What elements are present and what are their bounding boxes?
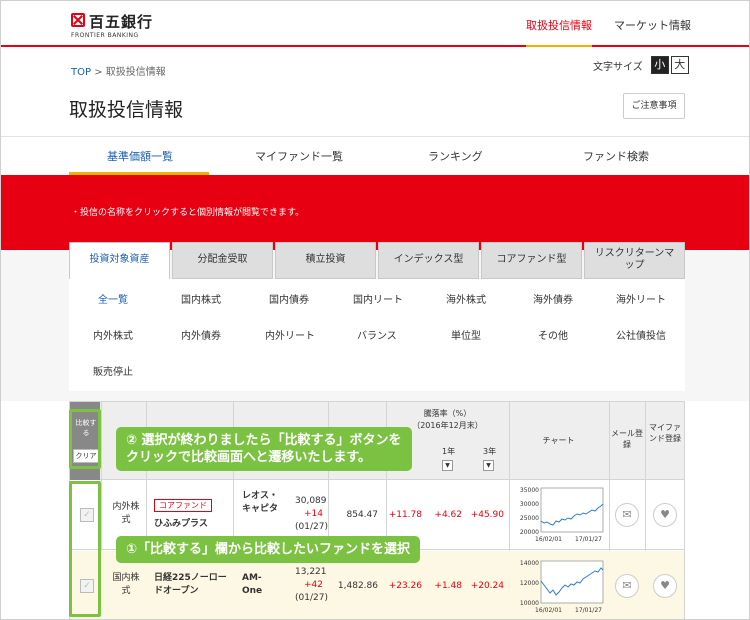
chart-ylabel: 20000: [520, 529, 539, 536]
subcat-discontinued[interactable]: 販売停止: [93, 363, 133, 378]
chart-xlabel: 16/02/01: [535, 607, 562, 614]
net-assets: 854.47: [346, 510, 379, 520]
nav-change: +14: [304, 509, 323, 519]
chart-ylabel: 10000: [520, 600, 539, 607]
nav-date: (01/27): [295, 593, 328, 603]
cattab-core-fund[interactable]: コアファンド型: [481, 242, 582, 279]
nav-change: +42: [304, 580, 323, 590]
y1-sort-icon[interactable]: ▼: [442, 460, 453, 471]
site-header: 百五銀行 FRONTIER BANKING 取扱投信情報 マーケット情報: [1, 1, 749, 47]
sub-category-panel: 全一覧 国内株式 国内債券 国内リート 海外株式 海外債券 海外リート 内外株式…: [69, 279, 685, 391]
fund-name-link[interactable]: ひふみプラス: [154, 518, 208, 531]
chart-ylabel: 35000: [520, 487, 539, 494]
spacer-band: [1, 391, 749, 401]
chart-xlabel: 16/02/01: [535, 536, 562, 543]
mail-icon[interactable]: ✉: [615, 574, 639, 598]
cattab-asset-class[interactable]: 投資対象資産: [69, 242, 170, 279]
price-chart-row2[interactable]: 14000 12000 10000 16/02/01 17/01/27: [515, 555, 607, 617]
page-title: 取扱投信情報: [69, 99, 184, 121]
asset-class: 内外株式: [112, 502, 140, 525]
management-company: レオス・キャピタ: [242, 491, 279, 514]
page: 百五銀行 FRONTIER BANKING 取扱投信情報 マーケット情報 TOP…: [0, 0, 750, 620]
subcat-foreign-bond[interactable]: 海外債券: [533, 291, 573, 306]
logo-subtitle: FRONTIER BANKING: [71, 32, 139, 39]
return-3y: +45.90: [470, 510, 504, 520]
y1-header: 1年: [442, 447, 456, 456]
breadcrumb-current: 取扱投信情報: [105, 67, 166, 78]
nav-market-info[interactable]: マーケット情報: [614, 17, 691, 33]
chart-header: チャート: [542, 436, 575, 445]
return-6m: +11.78: [388, 510, 422, 520]
chart-ylabel: 12000: [520, 580, 539, 587]
subcat-public-bond[interactable]: 公社債投信: [616, 327, 666, 342]
breadcrumb: TOP > 取扱投信情報: [71, 63, 166, 78]
subcat-domestic-bond[interactable]: 国内債券: [269, 291, 309, 306]
cattab-index[interactable]: インデックス型: [378, 242, 479, 279]
tab-fund-search[interactable]: ファンド検索: [583, 148, 649, 164]
font-size-label: 文字サイズ: [593, 61, 643, 73]
chart-xlabel: 17/01/27: [575, 607, 602, 614]
notice-button[interactable]: ご注意事項: [623, 93, 685, 119]
nav-value: 13,221: [295, 567, 327, 577]
return-1y: +1.48: [434, 581, 462, 591]
font-size-small-button[interactable]: 小: [650, 56, 669, 74]
cattab-risk-return-map[interactable]: リスクリターンマップ: [584, 242, 685, 279]
chart-ylabel: 14000: [520, 560, 539, 567]
return-6m: +23.26: [388, 581, 422, 591]
cattab-accumulation[interactable]: 積立投資: [275, 242, 376, 279]
subcat-balanced[interactable]: バランス: [357, 327, 397, 342]
price-chart-row1[interactable]: 35000 30000 25000 20000 16/02/01 17/01/2…: [515, 484, 607, 546]
instruction-callout-step1: ①「比較する」欄から比較したいファンドを選択: [116, 536, 421, 563]
compare-button-highlight: [69, 409, 101, 469]
heart-icon[interactable]: ♥: [653, 574, 677, 598]
logo-name: 百五銀行: [89, 13, 154, 31]
instruction-callout-step2: ② 選択が終わりましたら「比較する」ボタンを クリックで比較画面へと遷移いたしま…: [116, 427, 412, 471]
net-assets: 1,482.86: [337, 581, 378, 591]
breadcrumb-home[interactable]: TOP: [71, 67, 91, 78]
logo-mark-icon: [71, 13, 85, 27]
tab-nav-list[interactable]: 基準価額一覧: [107, 148, 173, 164]
tab-ranking[interactable]: ランキング: [428, 148, 483, 164]
subcat-unit-type[interactable]: 単位型: [451, 327, 481, 342]
chart-xlabel: 17/01/27: [575, 536, 602, 543]
subcat-global-reit[interactable]: 内外リート: [265, 327, 315, 342]
y3-header: 3年: [483, 447, 497, 456]
myfund-header: マイファンド登録: [649, 423, 681, 443]
asset-class: 国内株式: [112, 573, 140, 596]
chart-ylabel: 30000: [520, 501, 539, 508]
subcat-other[interactable]: その他: [538, 327, 568, 342]
font-size-large-button[interactable]: 大: [670, 56, 689, 74]
chart-ylabel: 25000: [520, 515, 539, 522]
breadcrumb-separator: >: [91, 67, 106, 78]
banner-message: 投信の名称をクリックすると個別情報が閲覧できます。: [71, 205, 304, 218]
font-size-switcher: 文字サイズ 小 大: [593, 56, 689, 74]
subcat-global-equity[interactable]: 内外株式: [93, 327, 133, 342]
subcat-global-bond[interactable]: 内外債券: [181, 327, 221, 342]
subcat-all[interactable]: 全一覧: [98, 291, 128, 306]
heart-icon[interactable]: ♥: [653, 503, 677, 527]
return-1y: +4.62: [434, 510, 462, 520]
nav-fund-info[interactable]: 取扱投信情報: [526, 17, 592, 47]
tab-my-funds[interactable]: マイファンド一覧: [255, 148, 343, 164]
mail-icon[interactable]: ✉: [615, 503, 639, 527]
mail-header: メール登録: [611, 429, 643, 449]
global-nav: 取扱投信情報 マーケット情報: [526, 17, 691, 47]
core-fund-tag: コアファンド: [154, 499, 212, 512]
drawdown-header: 騰落率（%）: [423, 409, 472, 418]
subcat-domestic-reit[interactable]: 国内リート: [353, 291, 403, 306]
main-tabs: 基準価額一覧 マイファンド一覧 ランキング ファンド検索: [1, 136, 749, 175]
y3-sort-icon[interactable]: ▼: [483, 460, 494, 471]
subcat-foreign-equity[interactable]: 海外株式: [446, 291, 486, 306]
subcat-domestic-equity[interactable]: 国内株式: [181, 291, 221, 306]
nav-value: 30,089: [295, 496, 327, 506]
cattab-dividend[interactable]: 分配金受取: [172, 242, 273, 279]
nav-date: (01/27): [295, 522, 328, 532]
fund-name-link[interactable]: 日経225ノーロードオープン: [154, 572, 228, 598]
subcat-foreign-reit[interactable]: 海外リート: [616, 291, 666, 306]
return-3y: +20.24: [470, 581, 504, 591]
management-company: AM-One: [242, 573, 263, 596]
checkbox-column-highlight: [69, 481, 101, 617]
